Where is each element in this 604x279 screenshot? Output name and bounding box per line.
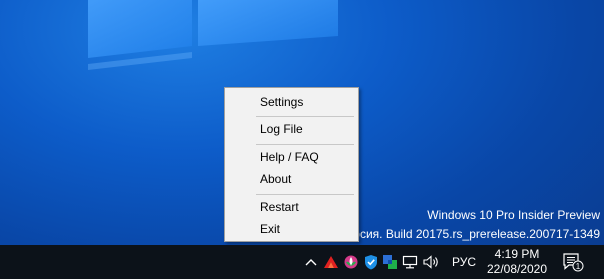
network-wired-icon (402, 255, 418, 269)
tray-windows-security[interactable] (362, 245, 380, 279)
build-watermark-line1: Windows 10 Pro Insider Preview (427, 208, 600, 222)
menu-item-exit[interactable]: Exit (227, 218, 356, 240)
taskbar: РУС 4:19 PM 22/08/2020 1 (0, 245, 604, 279)
show-hidden-icons-button[interactable] (303, 245, 319, 279)
input-language-indicator[interactable]: РУС (448, 245, 480, 279)
tray-app-blue-squares[interactable] (380, 245, 400, 279)
clock-date: 22/08/2020 (486, 262, 548, 276)
red-arrow-app-icon (324, 256, 338, 268)
shield-check-icon (365, 255, 377, 270)
lotus-app-icon (344, 255, 358, 269)
menu-separator (256, 194, 354, 195)
notification-count-badge: 1 (576, 262, 581, 271)
tray-context-menu: Settings Log File Help / FAQ About Resta… (224, 87, 359, 242)
tray-volume[interactable] (422, 245, 442, 279)
tray-app-lotus[interactable] (342, 245, 360, 279)
menu-item-help-faq[interactable]: Help / FAQ (227, 146, 356, 168)
build-watermark-line2: версия. Build 20175.rs_prerelease.200717… (340, 227, 600, 241)
chevron-up-icon (305, 259, 317, 266)
tray-network[interactable] (400, 245, 420, 279)
clock-time: 4:19 PM (494, 247, 540, 261)
speaker-volume-icon (423, 255, 438, 269)
menu-item-log-file[interactable]: Log File (227, 118, 356, 140)
menu-item-restart[interactable]: Restart (227, 196, 356, 218)
menu-item-settings[interactable]: Settings (227, 91, 356, 113)
tray-app-red-arrow[interactable] (322, 245, 340, 279)
menu-item-about[interactable]: About (227, 168, 356, 190)
blue-squares-app-icon (383, 255, 397, 269)
menu-separator (256, 116, 354, 117)
menu-separator (256, 144, 354, 145)
action-center-button[interactable]: 1 (560, 245, 586, 279)
taskbar-clock[interactable]: 4:19 PM 22/08/2020 (482, 245, 552, 279)
notification-icon: 1 (563, 253, 584, 272)
desktop: Windows 10 Pro Insider Preview версия. B… (0, 0, 604, 279)
